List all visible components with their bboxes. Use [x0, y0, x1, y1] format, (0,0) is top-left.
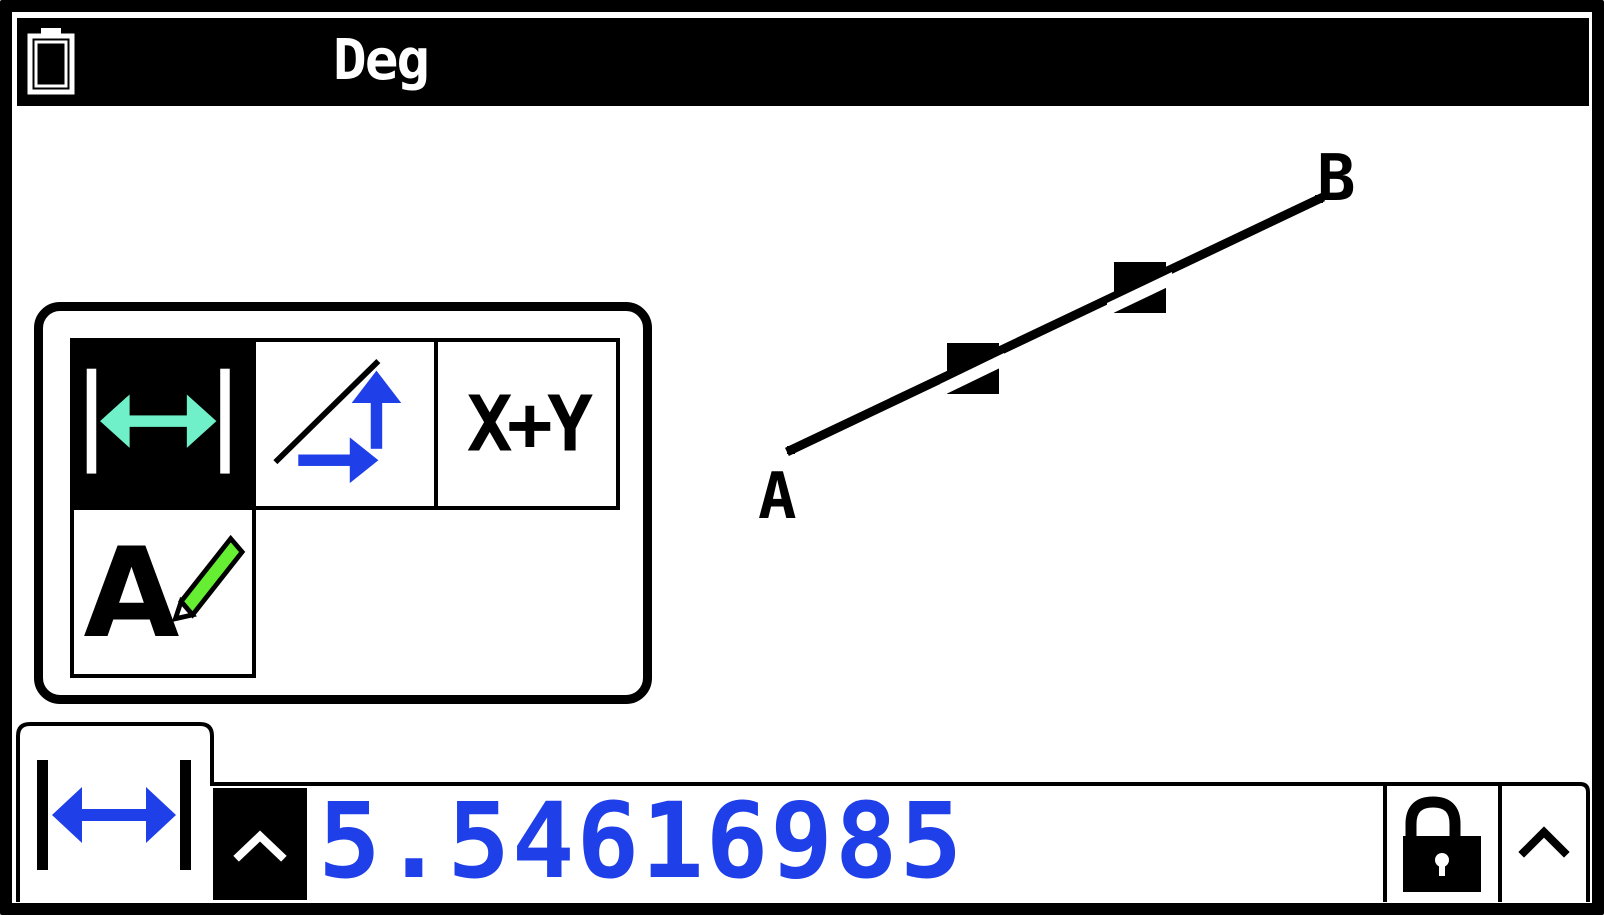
geometry-app-screen: Deg A B X+Y A 5.54616985: [0, 0, 1604, 915]
battery-icon: [27, 28, 75, 95]
unlocked-icon: [1403, 796, 1481, 892]
chevron-up-icon: [233, 830, 287, 862]
measurement-value[interactable]: 5.54616985: [318, 786, 1378, 896]
expand-result-button[interactable]: [1504, 792, 1584, 898]
measure-palette: X+Y A: [34, 302, 652, 704]
label-icon-letter: A: [84, 522, 180, 666]
sum-icon: X+Y: [467, 380, 599, 469]
measure-mode-tab[interactable]: [20, 726, 212, 902]
selection-handle-2[interactable]: [1107, 262, 1172, 316]
pencil-icon: [171, 534, 246, 622]
sum-icon-label: X+Y: [467, 380, 593, 469]
slope-icon: [273, 359, 402, 484]
point-a[interactable]: [787, 446, 795, 454]
status-bar: Deg: [17, 18, 1589, 106]
lock-toggle-button[interactable]: [1389, 792, 1493, 898]
selection-handle-1[interactable]: [940, 343, 1004, 397]
chevron-up-icon: [1518, 826, 1570, 858]
label-icon: A: [84, 522, 246, 666]
length-icon: [86, 368, 230, 474]
measure-slope-button[interactable]: [252, 338, 438, 510]
length-icon: [37, 760, 191, 870]
expand-palette-button[interactable]: [213, 788, 307, 900]
angle-mode-indicator: Deg: [333, 28, 430, 93]
point-b[interactable]: [1315, 195, 1323, 203]
measure-sum-button[interactable]: X+Y: [434, 338, 620, 510]
measure-length-button[interactable]: [70, 338, 256, 510]
label-tool-button[interactable]: A: [70, 506, 256, 678]
